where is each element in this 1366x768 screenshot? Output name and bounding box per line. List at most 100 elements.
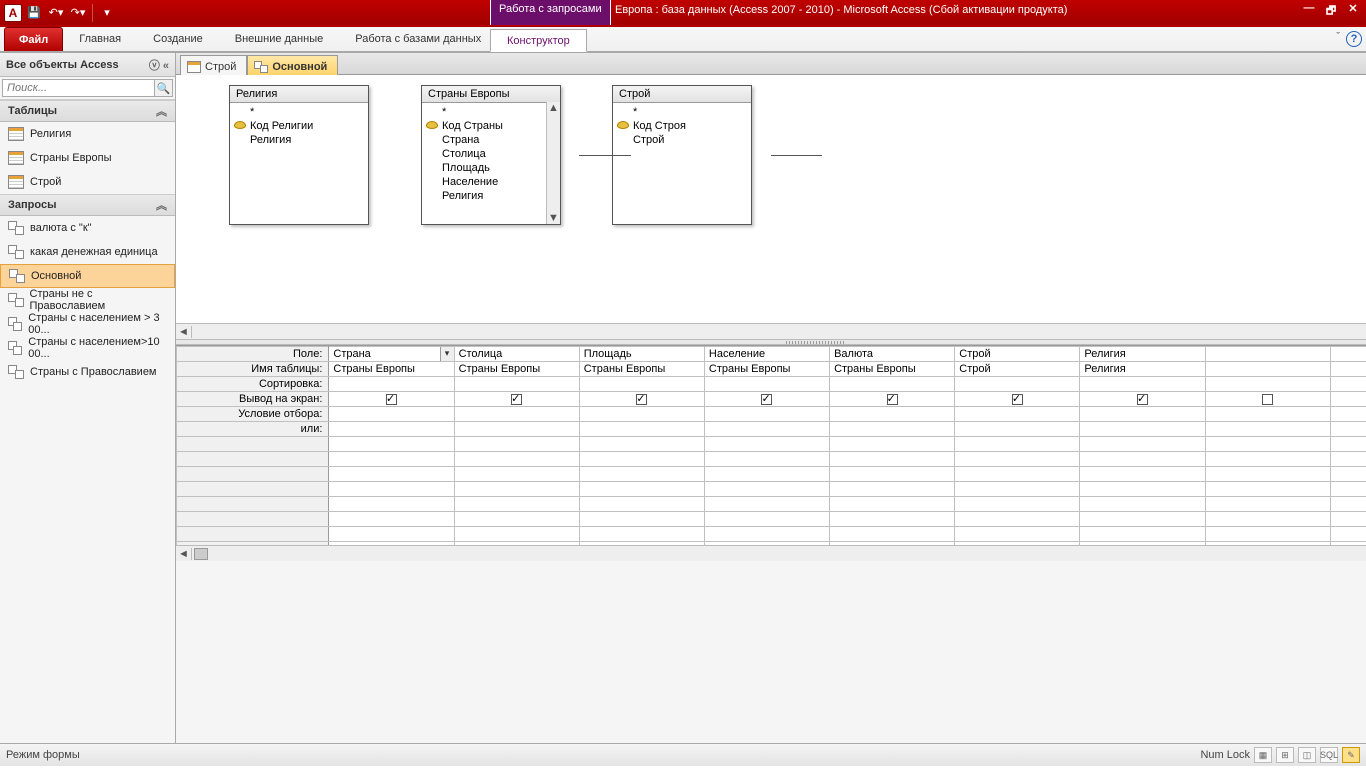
nav-table-item[interactable]: Страны Европы bbox=[0, 146, 175, 170]
grid-empty-cell[interactable] bbox=[830, 452, 955, 467]
grid-show-cell[interactable] bbox=[579, 392, 704, 407]
grid-empty-cell[interactable] bbox=[955, 527, 1080, 542]
field-item[interactable]: Религия bbox=[424, 189, 558, 203]
grid-empty-cell[interactable] bbox=[579, 452, 704, 467]
grid-empty-cell[interactable] bbox=[955, 512, 1080, 527]
grid-field-cell[interactable]: Валюта bbox=[830, 347, 955, 362]
field-item[interactable]: Религия bbox=[232, 133, 366, 147]
qat-customize-icon[interactable]: ▾ bbox=[97, 3, 117, 23]
nav-search-input[interactable] bbox=[2, 79, 155, 97]
app-icon[interactable]: A bbox=[4, 4, 22, 22]
grid-field-cell[interactable]: Строй bbox=[955, 347, 1080, 362]
field-item[interactable]: Страна bbox=[424, 133, 558, 147]
grid-or-cell[interactable] bbox=[955, 422, 1080, 437]
grid-show-cell[interactable] bbox=[955, 392, 1080, 407]
checkbox-icon[interactable] bbox=[761, 394, 772, 405]
field-item[interactable]: Код Страны bbox=[424, 119, 558, 133]
grid-empty-cell[interactable] bbox=[955, 482, 1080, 497]
grid-or-cell[interactable] bbox=[1205, 422, 1330, 437]
grid-empty-cell[interactable] bbox=[579, 527, 704, 542]
scroll-left-icon[interactable]: ◄ bbox=[176, 326, 192, 338]
grid-field-cell[interactable]: Религия bbox=[1080, 347, 1205, 362]
group-tables[interactable]: Таблицы ︽ bbox=[0, 100, 175, 122]
grid-empty-cell[interactable] bbox=[454, 497, 579, 512]
nav-query-item[interactable]: Страны с Православием bbox=[0, 360, 175, 384]
grid-empty-cell[interactable] bbox=[454, 437, 579, 452]
grid-empty-cell[interactable] bbox=[955, 467, 1080, 482]
grid-empty-cell[interactable] bbox=[1205, 437, 1330, 452]
grid-criteria-cell[interactable] bbox=[1330, 407, 1366, 422]
grid-empty-cell[interactable] bbox=[1330, 452, 1366, 467]
grid-or-cell[interactable] bbox=[579, 422, 704, 437]
grid-criteria-cell[interactable] bbox=[830, 407, 955, 422]
grid-empty-cell[interactable] bbox=[1205, 452, 1330, 467]
grid-table-cell[interactable] bbox=[1205, 362, 1330, 377]
close-icon[interactable]: ✕ bbox=[1344, 2, 1362, 21]
scroll-left-icon[interactable]: ◄ bbox=[176, 548, 192, 560]
ribbon-minimize-icon[interactable]: ˇ bbox=[1336, 31, 1340, 47]
grid-empty-cell[interactable] bbox=[329, 497, 454, 512]
grid-empty-cell[interactable] bbox=[1330, 467, 1366, 482]
grid-show-cell[interactable] bbox=[1080, 392, 1205, 407]
grid-empty-cell[interactable] bbox=[955, 542, 1080, 546]
grid-table-cell[interactable] bbox=[1330, 362, 1366, 377]
tab-create[interactable]: Создание bbox=[137, 28, 219, 51]
grid-empty-cell[interactable] bbox=[1080, 437, 1205, 452]
checkbox-icon[interactable] bbox=[1262, 394, 1273, 405]
table-box-scrollbar[interactable]: ▲▼ bbox=[546, 102, 560, 224]
grid-empty-cell[interactable] bbox=[579, 512, 704, 527]
tab-home[interactable]: Главная bbox=[63, 28, 137, 51]
grid-empty-cell[interactable] bbox=[329, 437, 454, 452]
grid-table-cell[interactable]: Страны Европы bbox=[704, 362, 829, 377]
grid-empty-cell[interactable] bbox=[704, 482, 829, 497]
grid-or-cell[interactable] bbox=[329, 422, 454, 437]
view-datasheet-icon[interactable]: ▦ bbox=[1254, 747, 1272, 763]
nav-header[interactable]: Все объекты Access ⓥ « bbox=[0, 53, 175, 77]
grid-empty-cell[interactable] bbox=[1080, 542, 1205, 546]
checkbox-icon[interactable] bbox=[386, 394, 397, 405]
document-tab[interactable]: Основной bbox=[247, 55, 338, 75]
grid-empty-cell[interactable] bbox=[830, 437, 955, 452]
grid-empty-cell[interactable] bbox=[704, 452, 829, 467]
grid-empty-cell[interactable] bbox=[1330, 437, 1366, 452]
grid-or-cell[interactable] bbox=[1330, 422, 1366, 437]
grid-empty-cell[interactable] bbox=[1080, 497, 1205, 512]
grid-empty-cell[interactable] bbox=[454, 482, 579, 497]
grid-empty-cell[interactable] bbox=[1330, 542, 1366, 546]
grid-empty-cell[interactable] bbox=[955, 437, 1080, 452]
grid-empty-cell[interactable] bbox=[704, 512, 829, 527]
grid-sort-cell[interactable] bbox=[704, 377, 829, 392]
nav-query-item[interactable]: Страны с населением > 3 00... bbox=[0, 312, 175, 336]
grid-show-cell[interactable] bbox=[704, 392, 829, 407]
table-box[interactable]: Страны Европы*Код СтраныСтранаСтолицаПло… bbox=[421, 85, 561, 225]
grid-empty-cell[interactable] bbox=[1080, 527, 1205, 542]
field-item[interactable]: Столица bbox=[424, 147, 558, 161]
grid-table-cell[interactable]: Строй bbox=[955, 362, 1080, 377]
field-item[interactable]: Код Строя bbox=[615, 119, 749, 133]
nav-query-item[interactable]: какая денежная единица bbox=[0, 240, 175, 264]
grid-empty-cell[interactable] bbox=[704, 467, 829, 482]
minimize-icon[interactable]: — bbox=[1300, 2, 1318, 21]
horizontal-scrollbar[interactable]: ◄ ► bbox=[176, 323, 1366, 339]
grid-or-cell[interactable] bbox=[454, 422, 579, 437]
field-item[interactable]: Население bbox=[424, 175, 558, 189]
grid-empty-cell[interactable] bbox=[830, 542, 955, 546]
grid-or-cell[interactable] bbox=[830, 422, 955, 437]
grid-criteria-cell[interactable] bbox=[1080, 407, 1205, 422]
grid-empty-cell[interactable] bbox=[830, 512, 955, 527]
redo-icon[interactable]: ↷▾ bbox=[68, 3, 88, 23]
grid-table-cell[interactable]: Страны Европы bbox=[454, 362, 579, 377]
grid-empty-cell[interactable] bbox=[1205, 542, 1330, 546]
nav-header-arrows[interactable]: ⓥ « bbox=[149, 57, 169, 73]
grid-empty-cell[interactable] bbox=[704, 527, 829, 542]
grid-show-cell[interactable] bbox=[1330, 392, 1366, 407]
grid-sort-cell[interactable] bbox=[830, 377, 955, 392]
tab-design[interactable]: Конструктор bbox=[490, 29, 587, 52]
grid-empty-cell[interactable] bbox=[454, 452, 579, 467]
field-item[interactable]: * bbox=[424, 105, 558, 119]
grid-criteria-cell[interactable] bbox=[955, 407, 1080, 422]
grid-table-cell[interactable]: Религия bbox=[1080, 362, 1205, 377]
table-box[interactable]: Религия*Код РелигииРелигия bbox=[229, 85, 369, 225]
grid-empty-cell[interactable] bbox=[454, 527, 579, 542]
grid-empty-cell[interactable] bbox=[1080, 467, 1205, 482]
